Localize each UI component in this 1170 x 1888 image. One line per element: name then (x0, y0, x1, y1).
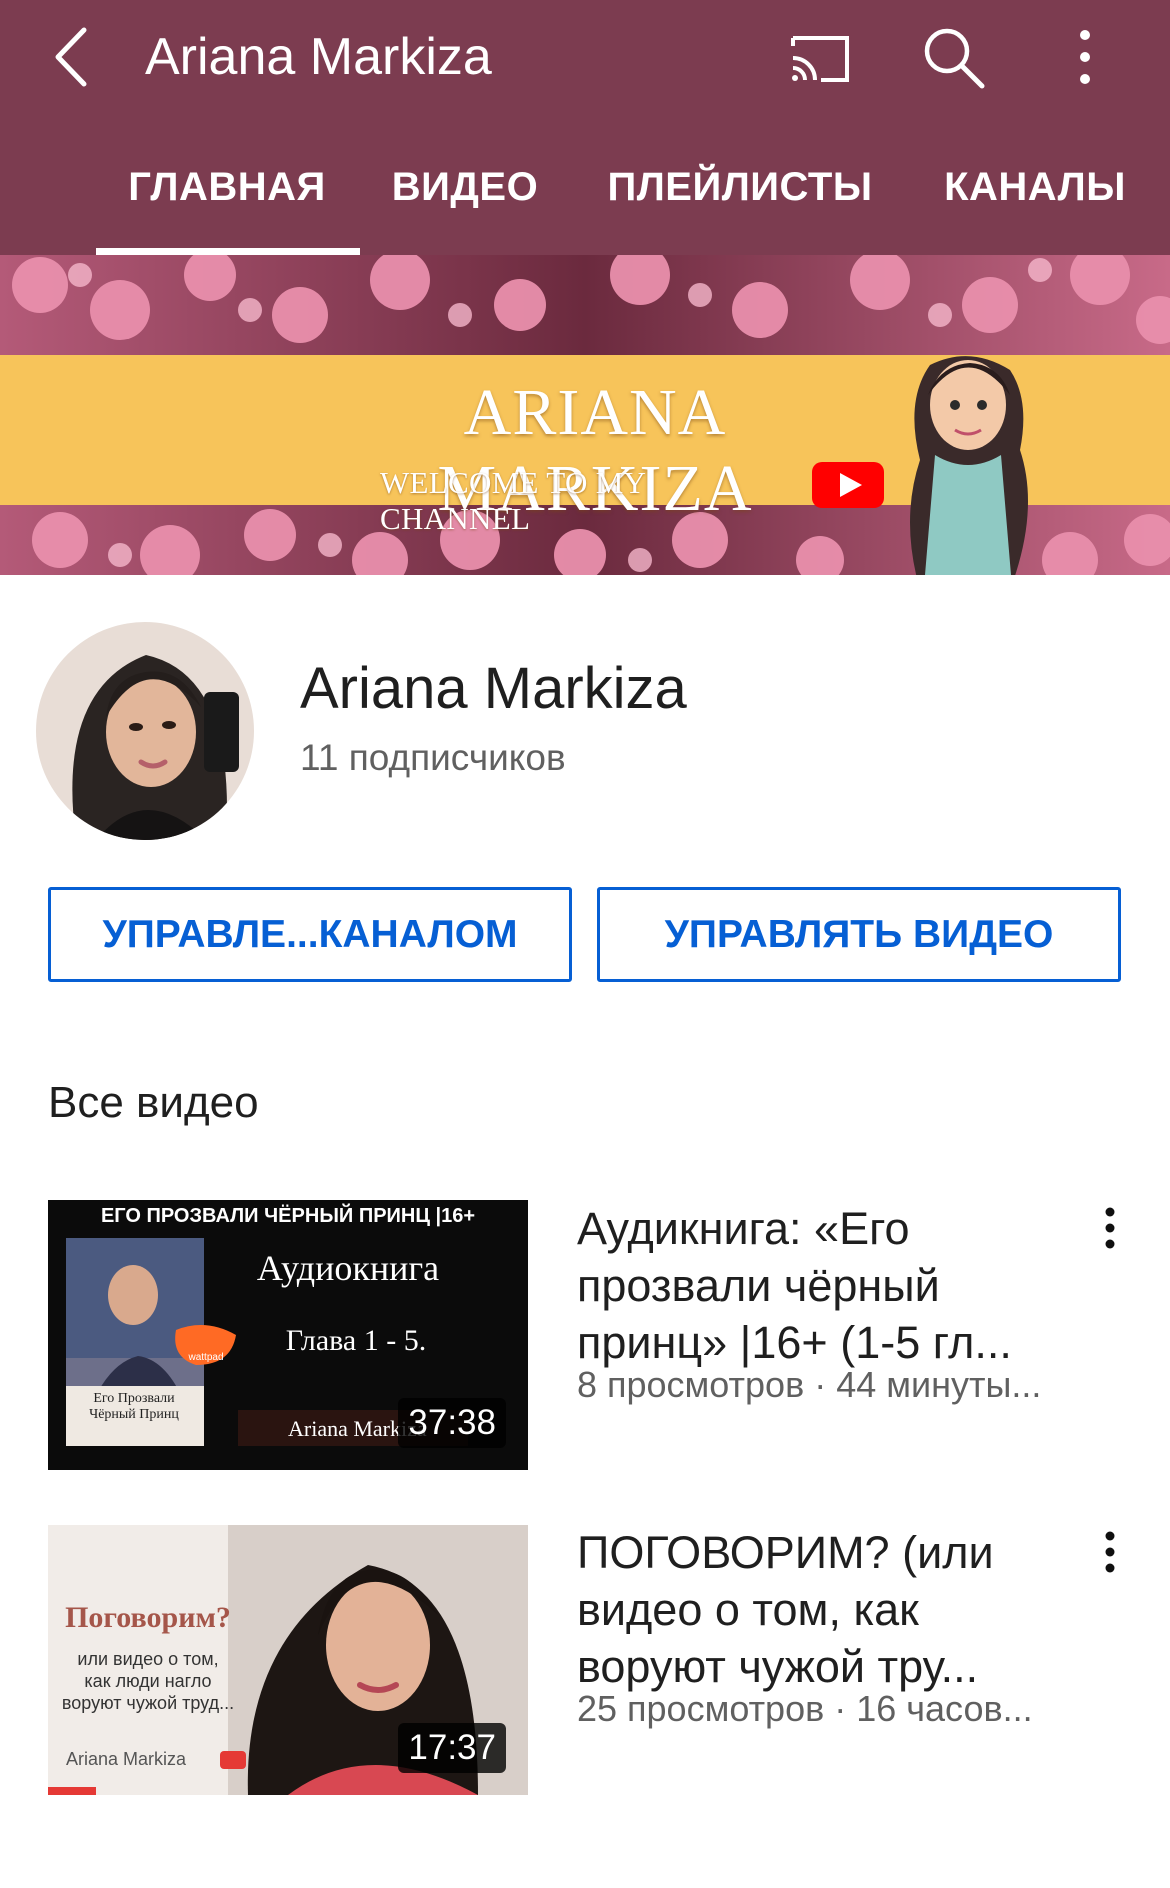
video-meta: 8 просмотров · 44 минуты... (577, 1364, 1042, 1405)
video-thumbnail[interactable]: Поговорим? или видео о том, как люди наг… (48, 1525, 528, 1795)
thumb-book1: Его Прозвали (93, 1391, 175, 1406)
video-title-line: принц» |16+ (1-5 гл... (577, 1317, 1012, 1368)
thumb-header: ЕГО ПРОЗВАЛИ ЧЁРНЫЙ ПРИНЦ |16+ (101, 1203, 475, 1227)
video-title-line: ПОГОВОРИМ? (или (577, 1527, 994, 1578)
more-vert-icon[interactable] (1050, 22, 1120, 92)
thumb-line1: Аудиокнига (257, 1248, 439, 1288)
banner-subtitle: WELCOME TO MY CHANNEL (380, 465, 646, 536)
video-menu-icon[interactable] (1090, 1524, 1130, 1584)
video-title-line: воруют чужой тру... (577, 1641, 979, 1692)
thumb-l3: воруют чужой труд... (62, 1693, 234, 1713)
channel-tabs: ГЛАВНАЯ ВИДЕО ПЛЕЙЛИСТЫ КАНАЛЫ (0, 140, 1170, 255)
tab-channels[interactable]: КАНАЛЫ (935, 140, 1135, 255)
video-thumbnail[interactable]: ЕГО ПРОЗВАЛИ ЧЁРНЫЙ ПРИНЦ |16+ Аудиокниг… (48, 1200, 528, 1470)
channel-banner: ARIANA MARKIZA WELCOME TO MY CHANNEL (0, 255, 1170, 575)
thumb-badge: wattpad (187, 1352, 223, 1363)
active-tab-indicator (96, 248, 360, 255)
avatar-photo (36, 622, 254, 840)
subscriber-count: 11 подписчиков (300, 737, 566, 778)
thumb-book2: Чёрный Принц (89, 1407, 179, 1422)
manage-videos-button[interactable]: УПРАВЛЯТЬ ВИДЕО (597, 887, 1121, 982)
thumb-l1: или видео о том, (77, 1649, 218, 1669)
cast-icon[interactable] (785, 22, 855, 92)
video-title-line: прозвали чёрный (577, 1260, 940, 1311)
video-title[interactable]: Аудикнига: «Его прозвали чёрный принц» |… (577, 1200, 1077, 1371)
video-title-line: Аудикнига: «Его (577, 1203, 910, 1254)
app-bar-title: Ariana Markiza (145, 28, 492, 86)
video-meta: 25 просмотров · 16 часов... (577, 1688, 1033, 1729)
video-duration: 17:37 (398, 1723, 506, 1773)
tab-home[interactable]: ГЛАВНАЯ (96, 140, 358, 255)
video-duration: 37:38 (398, 1398, 506, 1448)
back-arrow-icon[interactable] (48, 22, 98, 92)
search-icon[interactable] (918, 22, 988, 92)
thumb-l2: как люди нагло (84, 1671, 211, 1691)
video-title[interactable]: ПОГОВОРИМ? (или видео о том, как воруют … (577, 1524, 1077, 1695)
channel-avatar[interactable] (36, 622, 254, 840)
app-bar: Ariana Markiza ГЛАВНАЯ ВИДЕО ПЛЕЙЛИСТЫ К… (0, 0, 1170, 255)
video-menu-icon[interactable] (1090, 1200, 1130, 1260)
channel-name: Ariana Markiza (300, 656, 687, 721)
thumb-author: Ariana Markiza (66, 1749, 187, 1769)
tab-playlists[interactable]: ПЛЕЙЛИСТЫ (605, 140, 875, 255)
video-title-line: видео о том, как (577, 1584, 919, 1635)
thumb-line2: Глава 1 - 5. (286, 1324, 426, 1357)
section-title: Все видео (48, 1078, 259, 1127)
thumb-headline: Поговорим? (65, 1601, 231, 1634)
manage-channel-button[interactable]: УПРАВЛЕ...КАНАЛОМ (48, 887, 572, 982)
tab-videos[interactable]: ВИДЕО (390, 140, 540, 255)
